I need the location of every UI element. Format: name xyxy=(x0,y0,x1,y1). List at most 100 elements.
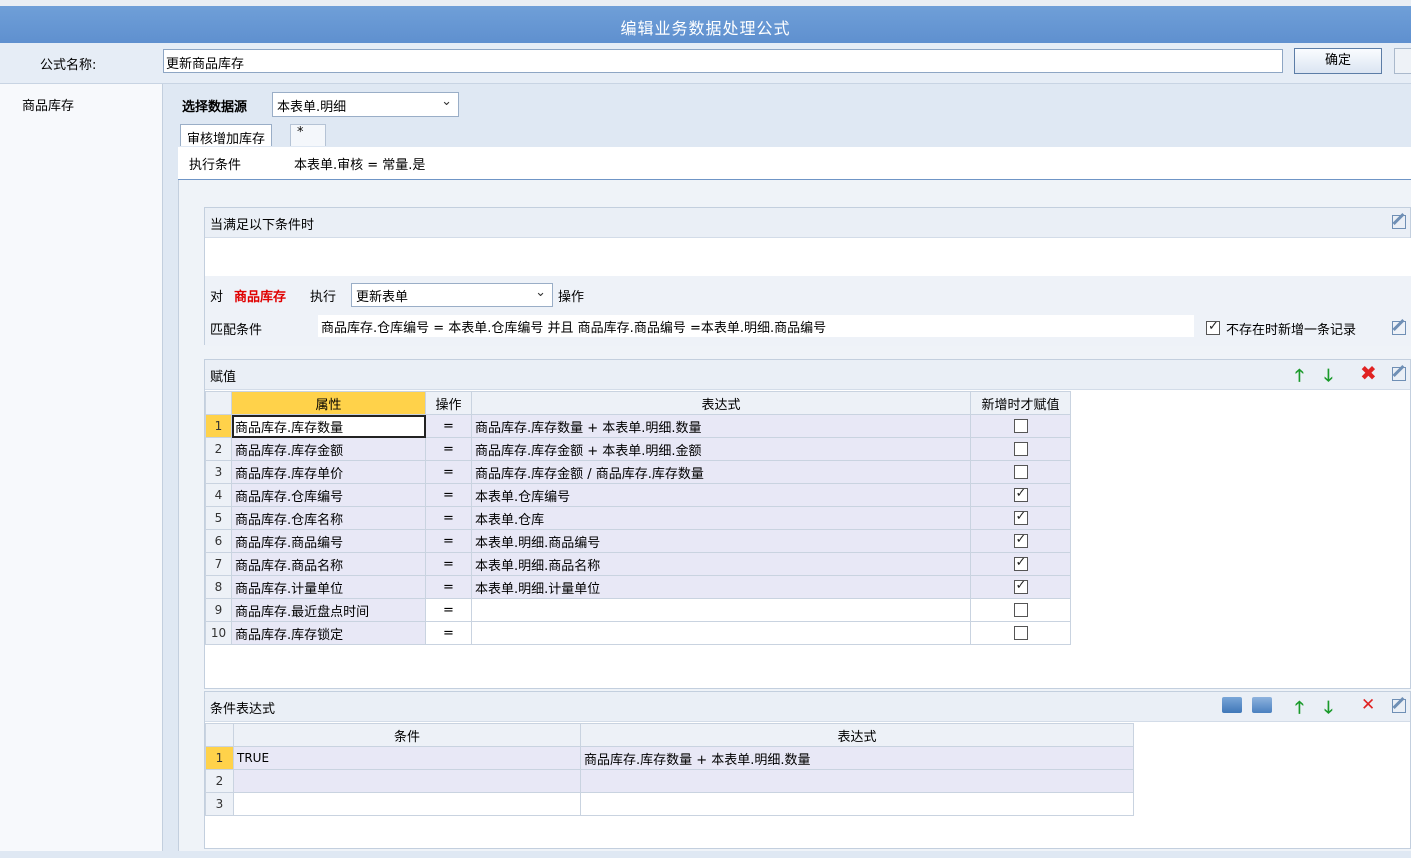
table-row[interactable]: 8 商品库存.计量单位 = 本表单.明细.计量单位 xyxy=(205,575,1071,599)
expr-cell[interactable] xyxy=(580,769,1134,793)
cond-expr-table: 条件 表达式 1 TRUE 商品库存.库存数量 + 本表单.明细.数量 2 3 xyxy=(205,723,1134,816)
only-new-cell[interactable] xyxy=(970,437,1071,461)
expr-cell[interactable] xyxy=(471,598,971,622)
only-new-checkbox[interactable] xyxy=(1013,465,1028,479)
only-new-cell[interactable] xyxy=(970,598,1071,622)
only-new-checkbox[interactable] xyxy=(1013,419,1028,433)
new-record-checkbox[interactable] xyxy=(1206,319,1220,335)
only-new-checkbox[interactable] xyxy=(1013,626,1028,640)
move-down-icon[interactable]: 🡓 xyxy=(1324,695,1333,724)
only-new-cell[interactable] xyxy=(970,529,1071,553)
insert-col-icon[interactable] xyxy=(1252,697,1272,713)
only-new-checkbox[interactable] xyxy=(1013,532,1028,548)
table-row[interactable]: 5 商品库存.仓库名称 = 本表单.仓库 xyxy=(205,506,1071,530)
op-cell[interactable]: = xyxy=(425,575,472,599)
extra-button[interactable] xyxy=(1394,48,1411,74)
operation-select[interactable]: 更新表单 ⌄ xyxy=(351,283,553,307)
attr-cell[interactable]: 商品库存.计量单位 xyxy=(231,575,426,599)
table-row[interactable]: 3 xyxy=(205,792,1134,816)
expr-cell[interactable]: 商品库存.库存数量 + 本表单.明细.数量 xyxy=(580,746,1134,770)
edit-icon[interactable] xyxy=(1392,367,1406,381)
edit-icon[interactable] xyxy=(1392,215,1406,229)
table-row[interactable]: 10 商品库存.库存锁定 = xyxy=(205,621,1071,645)
only-new-cell[interactable] xyxy=(970,575,1071,599)
op-cell[interactable]: = xyxy=(425,483,472,507)
only-new-cell[interactable] xyxy=(970,552,1071,576)
delete-icon[interactable]: ✖ xyxy=(1360,361,1377,385)
op-cell[interactable]: = xyxy=(425,552,472,576)
op-cell[interactable]: = xyxy=(425,598,472,622)
col-header-only-new[interactable]: 新增时才赋值 xyxy=(970,391,1071,415)
edit-icon[interactable] xyxy=(1392,699,1406,713)
exec-condition-value[interactable]: 本表单.审核 = 常量.是 xyxy=(294,154,425,173)
op-cell[interactable]: = xyxy=(425,414,472,438)
table-row[interactable]: 1 TRUE 商品库存.库存数量 + 本表单.明细.数量 xyxy=(205,746,1134,770)
attr-cell[interactable]: 商品库存.库存单价 xyxy=(231,460,426,484)
table-row[interactable]: 7 商品库存.商品名称 = 本表单.明细.商品名称 xyxy=(205,552,1071,576)
op-cell[interactable]: = xyxy=(425,529,472,553)
only-new-checkbox[interactable] xyxy=(1013,603,1028,617)
attr-cell[interactable]: 商品库存.库存金额 xyxy=(231,437,426,461)
expr-cell[interactable]: 商品库存.库存金额 / 商品库存.库存数量 xyxy=(471,460,971,484)
table-row[interactable]: 3 商品库存.库存单价 = 商品库存.库存金额 / 商品库存.库存数量 xyxy=(205,460,1071,484)
only-new-cell[interactable] xyxy=(970,414,1071,438)
table-row[interactable]: 2 商品库存.库存金额 = 商品库存.库存金额 + 本表单.明细.金额 xyxy=(205,437,1071,461)
only-new-checkbox[interactable] xyxy=(1013,578,1028,594)
op-cell[interactable]: = xyxy=(425,460,472,484)
only-new-cell[interactable] xyxy=(970,483,1071,507)
attr-cell[interactable]: 商品库存.仓库编号 xyxy=(231,483,426,507)
data-source-select[interactable]: 本表单.明细 ⌄ xyxy=(272,92,459,117)
formula-name-input[interactable]: 更新商品库存 xyxy=(163,49,1283,73)
expr-cell[interactable]: 商品库存.库存数量 + 本表单.明细.数量 xyxy=(471,414,971,438)
expr-cell[interactable] xyxy=(471,621,971,645)
insert-row-icon[interactable] xyxy=(1222,697,1242,713)
move-up-icon[interactable]: 🡑 xyxy=(1295,363,1304,392)
op-cell[interactable]: = xyxy=(425,621,472,645)
expr-cell[interactable]: 本表单.明细.商品名称 xyxy=(471,552,971,576)
only-new-checkbox[interactable] xyxy=(1013,555,1028,571)
cond-cell[interactable] xyxy=(233,792,581,816)
expr-cell[interactable]: 本表单.明细.商品编号 xyxy=(471,529,971,553)
op-cell[interactable]: = xyxy=(425,437,472,461)
attr-cell[interactable]: 商品库存.库存锁定 xyxy=(231,621,426,645)
col-header-cond[interactable]: 条件 xyxy=(233,723,581,747)
move-up-icon[interactable]: 🡑 xyxy=(1295,695,1304,724)
only-new-checkbox[interactable] xyxy=(1013,442,1028,456)
cond-cell[interactable]: TRUE xyxy=(233,746,581,770)
only-new-checkbox[interactable] xyxy=(1013,486,1028,502)
table-row[interactable]: 4 商品库存.仓库编号 = 本表单.仓库编号 xyxy=(205,483,1071,507)
delete-icon[interactable]: ✕ xyxy=(1361,695,1375,715)
cond-cell[interactable] xyxy=(233,769,581,793)
col-header-attr[interactable]: 属性 xyxy=(231,391,426,415)
expr-cell[interactable] xyxy=(580,792,1134,816)
expr-cell[interactable]: 本表单.仓库 xyxy=(471,506,971,530)
expr-cell[interactable]: 本表单.仓库编号 xyxy=(471,483,971,507)
match-input[interactable]: 商品库存.仓库编号 = 本表单.仓库编号 并且 商品库存.商品编号 =本表单.明… xyxy=(318,315,1194,337)
ok-button[interactable]: 确定 xyxy=(1294,48,1382,74)
attr-cell[interactable]: 商品库存.库存数量 xyxy=(231,414,426,438)
formula-list-item[interactable]: 商品库存 xyxy=(22,95,74,114)
expr-cell[interactable]: 本表单.明细.计量单位 xyxy=(471,575,971,599)
table-row[interactable]: 9 商品库存.最近盘点时间 = xyxy=(205,598,1071,622)
op-cell[interactable]: = xyxy=(425,506,472,530)
table-row[interactable]: 2 xyxy=(205,769,1134,793)
edit-icon[interactable] xyxy=(1392,321,1406,335)
attr-cell[interactable]: 商品库存.仓库名称 xyxy=(231,506,426,530)
when-area[interactable] xyxy=(205,238,1411,276)
attr-cell[interactable]: 商品库存.商品编号 xyxy=(231,529,426,553)
attr-cell[interactable]: 商品库存.最近盘点时间 xyxy=(231,598,426,622)
only-new-cell[interactable] xyxy=(970,621,1071,645)
only-new-checkbox[interactable] xyxy=(1013,509,1028,525)
col-header-expr[interactable]: 表达式 xyxy=(471,391,971,415)
table-row[interactable]: 6 商品库存.商品编号 = 本表单.明细.商品编号 xyxy=(205,529,1071,553)
only-new-cell[interactable] xyxy=(970,506,1071,530)
table-row[interactable]: 1 商品库存.库存数量 = 商品库存.库存数量 + 本表单.明细.数量 xyxy=(205,414,1071,438)
col-header-expr[interactable]: 表达式 xyxy=(580,723,1134,747)
tab-new[interactable]: * xyxy=(290,124,326,146)
attr-cell[interactable]: 商品库存.商品名称 xyxy=(231,552,426,576)
only-new-cell[interactable] xyxy=(970,460,1071,484)
expr-cell[interactable]: 商品库存.库存金额 + 本表单.明细.金额 xyxy=(471,437,971,461)
col-header-op[interactable]: 操作 xyxy=(425,391,472,415)
tab-audit-increase-stock[interactable]: 审核增加库存 xyxy=(180,124,273,147)
move-down-icon[interactable]: 🡓 xyxy=(1324,363,1333,392)
